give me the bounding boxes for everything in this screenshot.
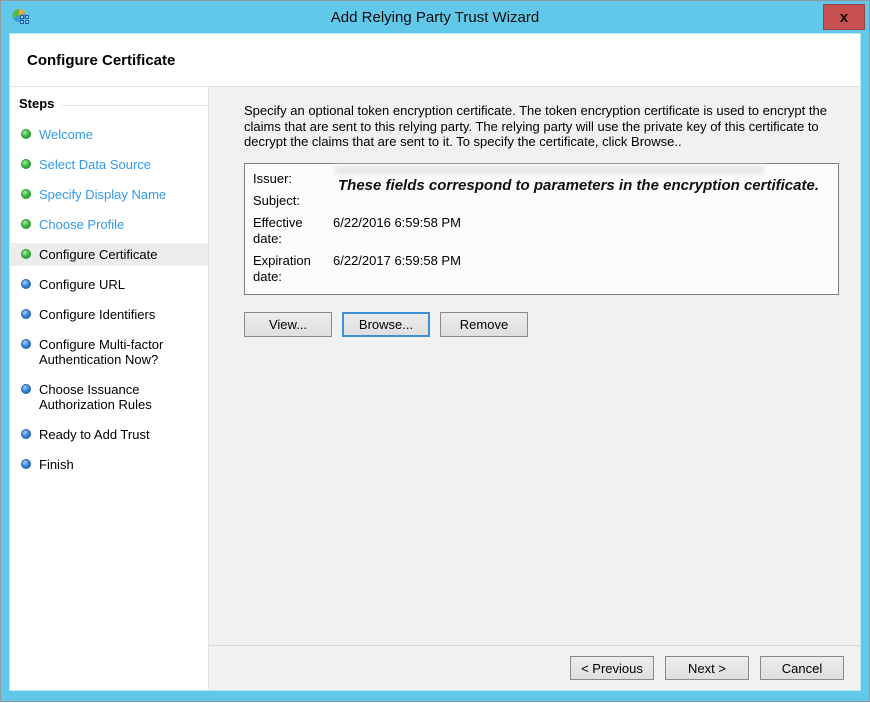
step-todo-bullet-icon bbox=[21, 429, 31, 439]
sidebar-item-ready-to-add-trust: Ready to Add Trust bbox=[10, 423, 208, 446]
redacted-issuer-value bbox=[335, 165, 765, 175]
effective-date-value: 6/22/2016 6:59:58 PM bbox=[333, 215, 828, 247]
next-button[interactable]: Next > bbox=[665, 656, 749, 680]
subject-label: Subject: bbox=[253, 193, 333, 209]
step-todo-bullet-icon bbox=[21, 309, 31, 319]
sidebar-item-finish: Finish bbox=[10, 453, 208, 476]
certificate-actions: View... Browse... Remove bbox=[244, 312, 842, 337]
step-label: Finish bbox=[39, 457, 74, 472]
sidebar-item-configure-certificate: Configure Certificate bbox=[10, 243, 208, 266]
step-done-bullet-icon bbox=[21, 129, 31, 139]
sidebar-item-configure-mfa: Configure Multi-factor Authentication No… bbox=[10, 333, 208, 371]
wizard-footer: < Previous Next > Cancel bbox=[209, 645, 860, 690]
step-label: Choose Profile bbox=[39, 217, 124, 232]
page-title: Configure Certificate bbox=[27, 52, 175, 69]
step-todo-bullet-icon bbox=[21, 339, 31, 349]
step-current-bullet-icon bbox=[21, 249, 31, 259]
titlebar: Add Relying Party Trust Wizard x bbox=[9, 1, 861, 33]
cancel-button[interactable]: Cancel bbox=[760, 656, 844, 680]
steps-list: Welcome Select Data Source Specify Displ… bbox=[10, 123, 208, 476]
subject-value bbox=[333, 193, 828, 209]
steps-sidebar: Steps Welcome Select Data Source Specify… bbox=[10, 87, 209, 690]
step-label: Select Data Source bbox=[39, 157, 151, 172]
step-label: Configure Certificate bbox=[39, 247, 158, 262]
add-relying-party-trust-wizard-window: Add Relying Party Trust Wizard x Configu… bbox=[1, 1, 869, 701]
remove-button[interactable]: Remove bbox=[440, 312, 528, 337]
sidebar-item-configure-url: Configure URL bbox=[10, 273, 208, 296]
sidebar-item-configure-identifiers: Configure Identifiers bbox=[10, 303, 208, 326]
step-label: Specify Display Name bbox=[39, 187, 166, 202]
step-done-bullet-icon bbox=[21, 189, 31, 199]
step-label: Configure Multi-factor Authentication No… bbox=[39, 337, 204, 367]
sidebar-item-welcome[interactable]: Welcome bbox=[10, 123, 208, 146]
sidebar-item-choose-profile[interactable]: Choose Profile bbox=[10, 213, 208, 236]
sidebar-item-select-data-source[interactable]: Select Data Source bbox=[10, 153, 208, 176]
sidebar-item-choose-issuance-rules: Choose Issuance Authorization Rules bbox=[10, 378, 208, 416]
close-button[interactable]: x bbox=[823, 4, 865, 30]
browse-button[interactable]: Browse... bbox=[342, 312, 430, 337]
effective-date-label: Effective date: bbox=[253, 215, 333, 247]
view-button[interactable]: View... bbox=[244, 312, 332, 337]
step-label: Welcome bbox=[39, 127, 93, 142]
step-label: Choose Issuance Authorization Rules bbox=[39, 382, 204, 412]
step-todo-bullet-icon bbox=[21, 459, 31, 469]
step-label: Ready to Add Trust bbox=[39, 427, 150, 442]
expiration-date-value: 6/22/2017 6:59:58 PM bbox=[333, 253, 828, 285]
step-label: Configure Identifiers bbox=[39, 307, 155, 322]
steps-heading: Steps bbox=[10, 94, 208, 115]
step-todo-bullet-icon bbox=[21, 279, 31, 289]
window-title: Add Relying Party Trust Wizard bbox=[9, 9, 861, 26]
issuer-label: Issuer: bbox=[253, 171, 333, 187]
certificate-details-panel: Issuer: Subject: Effective date: 6/22/20… bbox=[244, 163, 839, 295]
annotation-note: These fields correspond to parameters in… bbox=[333, 177, 824, 194]
close-icon: x bbox=[840, 9, 848, 26]
page-description: Specify an optional token encryption cer… bbox=[244, 103, 844, 150]
page-header: Configure Certificate bbox=[10, 34, 860, 87]
sidebar-item-specify-display-name[interactable]: Specify Display Name bbox=[10, 183, 208, 206]
wizard-page-content: Specify an optional token encryption cer… bbox=[209, 87, 860, 645]
step-label: Configure URL bbox=[39, 277, 125, 292]
step-done-bullet-icon bbox=[21, 219, 31, 229]
previous-button[interactable]: < Previous bbox=[570, 656, 654, 680]
adfs-app-icon bbox=[11, 7, 31, 27]
step-todo-bullet-icon bbox=[21, 384, 31, 394]
expiration-date-label: Expiration date: bbox=[253, 253, 333, 285]
step-done-bullet-icon bbox=[21, 159, 31, 169]
